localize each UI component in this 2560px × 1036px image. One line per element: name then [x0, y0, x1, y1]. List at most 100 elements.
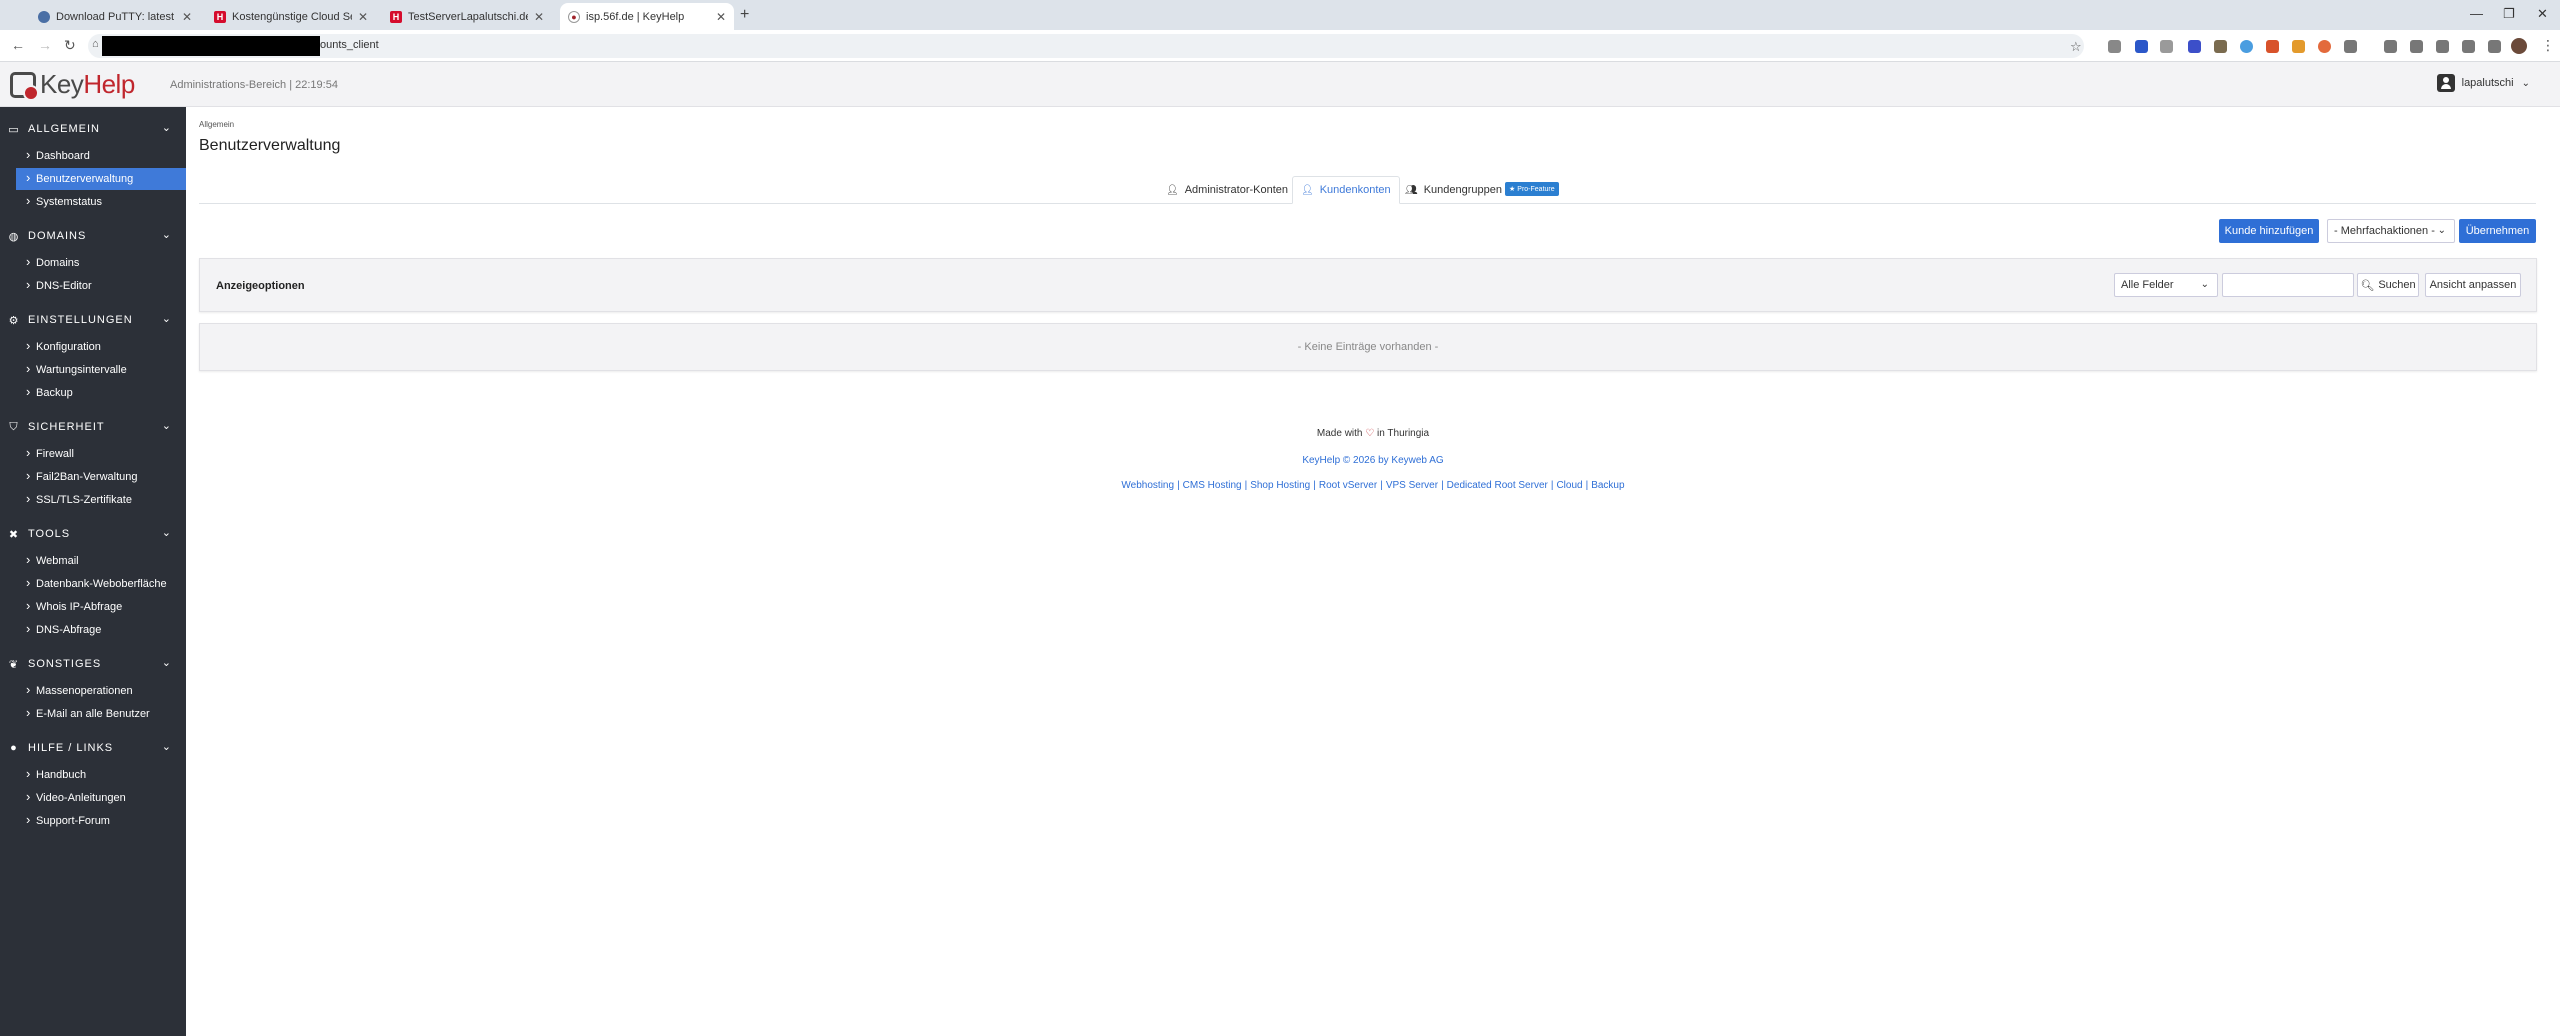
empty-state-text: - Keine Einträge vorhanden - [1297, 341, 1439, 353]
footer-copyright: KeyHelp © 2026 by Keyweb AG [186, 455, 2560, 466]
extension-icon[interactable] [2266, 40, 2279, 53]
field-select[interactable]: Alle Felder ⌄ [2114, 273, 2218, 297]
sidebar-item-email-all[interactable]: E-Mail an alle Benutzer [16, 703, 186, 725]
browser-tab-hetzner-server[interactable]: H TestServerLapalutschi.de - Hetzn ✕ [382, 3, 552, 30]
display-options-panel: Anzeigeoptionen Alle Felder ⌄ 🔍︎ Suchen … [199, 258, 2537, 312]
forward-arrow-icon[interactable]: → [38, 37, 52, 53]
minimize-icon[interactable]: — [2470, 6, 2483, 21]
browser-tab-keyhelp[interactable]: ● isp.56f.de | KeyHelp ✕ [560, 3, 734, 30]
close-icon[interactable]: ✕ [534, 10, 544, 24]
sidebar-item-dns-editor[interactable]: DNS-Editor [16, 275, 186, 297]
sidebar-item-dns-abfrage[interactable]: DNS-Abfrage [16, 619, 186, 641]
display-options-title: Anzeigeoptionen [216, 280, 305, 292]
add-customer-button[interactable]: Kunde hinzufügen [2219, 219, 2319, 243]
heart-icon: ♡ [1365, 428, 1375, 439]
sidebar-section-domains[interactable]: ◍ DOMAINS ⌄ [0, 224, 186, 248]
user-menu[interactable]: lapalutschi ⌄ [2436, 74, 2530, 92]
sidebar-item-support-forum[interactable]: Support-Forum [16, 810, 186, 832]
star-icon: ★ [1509, 186, 1516, 193]
sidebar-item-webmail[interactable]: Webmail [16, 550, 186, 572]
extension-icon[interactable] [2188, 40, 2201, 53]
window-close-icon[interactable]: ✕ [2537, 6, 2548, 22]
footer-link-cloud[interactable]: Cloud [1556, 480, 1582, 491]
extension-icon[interactable] [2240, 40, 2253, 53]
new-tab-plus-icon[interactable]: + [740, 6, 749, 24]
search-button[interactable]: 🔍︎ Suchen [2357, 273, 2419, 297]
sidebar-item-systemstatus[interactable]: Systemstatus [16, 191, 186, 213]
footer-link-cms-hosting[interactable]: CMS Hosting [1183, 480, 1242, 491]
footer-link-backup[interactable]: Backup [1591, 480, 1624, 491]
tab-kundenkonten[interactable]: 👤︎ Kundenkonten [1292, 176, 1400, 204]
sidebar-item-dashboard[interactable]: Dashboard [16, 145, 186, 167]
sidebar-section-hilfe[interactable]: ● HILFE / LINKS ⌄ [0, 736, 186, 760]
customize-view-button[interactable]: Ansicht anpassen [2425, 273, 2521, 297]
extension-icon[interactable] [2318, 40, 2331, 53]
tab-kundengruppen[interactable]: 👥︎ Kundengruppen [1397, 176, 1510, 204]
page-title: Benutzerverwaltung [199, 137, 341, 154]
sidebar-item-video[interactable]: Video-Anleitungen [16, 787, 186, 809]
bookmark-star-icon[interactable]: ☆ [2070, 39, 2082, 55]
sidebar-item-firewall[interactable]: Firewall [16, 443, 186, 465]
key-icon[interactable] [2410, 40, 2423, 53]
sidebar-section-title: HILFE / LINKS [28, 742, 114, 754]
footer-link-vps-server[interactable]: VPS Server [1386, 480, 1438, 491]
sidebar-item-ssl-tls[interactable]: SSL/TLS-Zertifikate [16, 489, 186, 511]
reload-icon[interactable]: ↻ [64, 37, 76, 54]
apply-button[interactable]: Übernehmen [2459, 219, 2536, 243]
browser-menu-icon[interactable]: ⋮ [2541, 37, 2555, 54]
close-icon[interactable]: ✕ [716, 10, 726, 24]
search-input[interactable] [2222, 273, 2354, 297]
sidebar-section-einstellungen[interactable]: ⚙ EINSTELLUNGEN ⌄ [0, 308, 186, 332]
keyhelp-logo-icon [10, 71, 39, 101]
sidebar-item-konfiguration[interactable]: Konfiguration [16, 336, 186, 358]
screenshot-extension-icon[interactable] [2108, 40, 2121, 53]
extensions-puzzle-icon[interactable] [2344, 40, 2357, 53]
tab-administrator-konten[interactable]: 👤︎ Administrator-Konten [1158, 176, 1296, 204]
close-icon[interactable]: ✕ [358, 10, 368, 24]
bulk-actions-select[interactable]: - Mehrfachaktionen - ⌄ [2327, 219, 2455, 243]
sidebar-item-whois[interactable]: Whois IP-Abfrage [16, 596, 186, 618]
sidebar-section-title: SICHERHEIT [28, 421, 105, 433]
extension-icon[interactable] [2214, 40, 2227, 53]
footer-link-webhosting[interactable]: Webhosting [1121, 480, 1174, 491]
sidebar-section-title: ALLGEMEIN [28, 123, 100, 135]
breadcrumb[interactable]: Allgemein [199, 120, 234, 129]
sidebar-section-allgemein[interactable]: ▭ ALLGEMEIN ⌄ [0, 117, 186, 141]
footer-link-shop-hosting[interactable]: Shop Hosting [1250, 480, 1310, 491]
browser-tab-hetzner-cloud[interactable]: H Kostengünstige Cloud Server für ✕ [206, 3, 376, 30]
extension-icon[interactable] [2160, 40, 2173, 53]
sidebar-item-datenbank[interactable]: Datenbank-Weboberfläche [16, 573, 186, 595]
browser-tab-title: TestServerLapalutschi.de - Hetzn [408, 10, 528, 23]
chevron-down-icon: ⌄ [2521, 77, 2530, 89]
trash-icon[interactable] [2462, 40, 2475, 53]
close-icon[interactable]: ✕ [182, 10, 192, 24]
sidebar-item-fail2ban[interactable]: Fail2Ban-Verwaltung [16, 466, 186, 488]
sidebar-section-tools[interactable]: ✖ TOOLS ⌄ [0, 522, 186, 546]
search-icon: 🔍︎ [2360, 279, 2375, 292]
footer-link-dedicated-root[interactable]: Dedicated Root Server [1447, 480, 1548, 491]
profile-avatar[interactable] [2511, 38, 2527, 54]
sidebar-section-sonstiges[interactable]: ❦ SONSTIGES ⌄ [0, 652, 186, 676]
copyright-link[interactable]: KeyHelp © 2026 by Keyweb AG [1302, 455, 1443, 466]
sidebar-item-wartungsintervalle[interactable]: Wartungsintervalle [16, 359, 186, 381]
extension-badge-icon[interactable] [2135, 40, 2148, 53]
extension-icon[interactable] [2384, 40, 2397, 53]
sidebar-item-backup[interactable]: Backup [16, 382, 186, 404]
extension-icon[interactable] [2292, 40, 2305, 53]
sidebar-item-benutzerverwaltung[interactable]: Benutzerverwaltung [16, 168, 186, 190]
restore-icon[interactable]: ❐ [2503, 6, 2515, 22]
back-arrow-icon[interactable]: ← [11, 37, 25, 53]
print-icon[interactable] [2436, 40, 2449, 53]
sidebar-item-massenoperationen[interactable]: Massenoperationen [16, 680, 186, 702]
customer-list-panel: - Keine Einträge vorhanden - [199, 323, 2537, 371]
browser-tab-putty[interactable]: Download PuTTY: latest release ✕ [30, 3, 200, 30]
admin-area-label: Administrations-Bereich | 22:19:54 [170, 79, 338, 91]
keyhelp-logo[interactable]: KeyHelp [10, 69, 135, 101]
address-bar[interactable]: ⌂ ounts_client [88, 34, 2084, 58]
sidebar-item-handbuch[interactable]: Handbuch [16, 764, 186, 786]
sidebar-item-domains[interactable]: Domains [16, 252, 186, 274]
site-info-icon[interactable]: ⌂ [92, 38, 99, 50]
footer-link-root-vserver[interactable]: Root vServer [1319, 480, 1377, 491]
sidebar-section-sicherheit[interactable]: ⛉ SICHERHEIT ⌄ [0, 415, 186, 439]
reading-list-icon[interactable] [2488, 40, 2501, 53]
